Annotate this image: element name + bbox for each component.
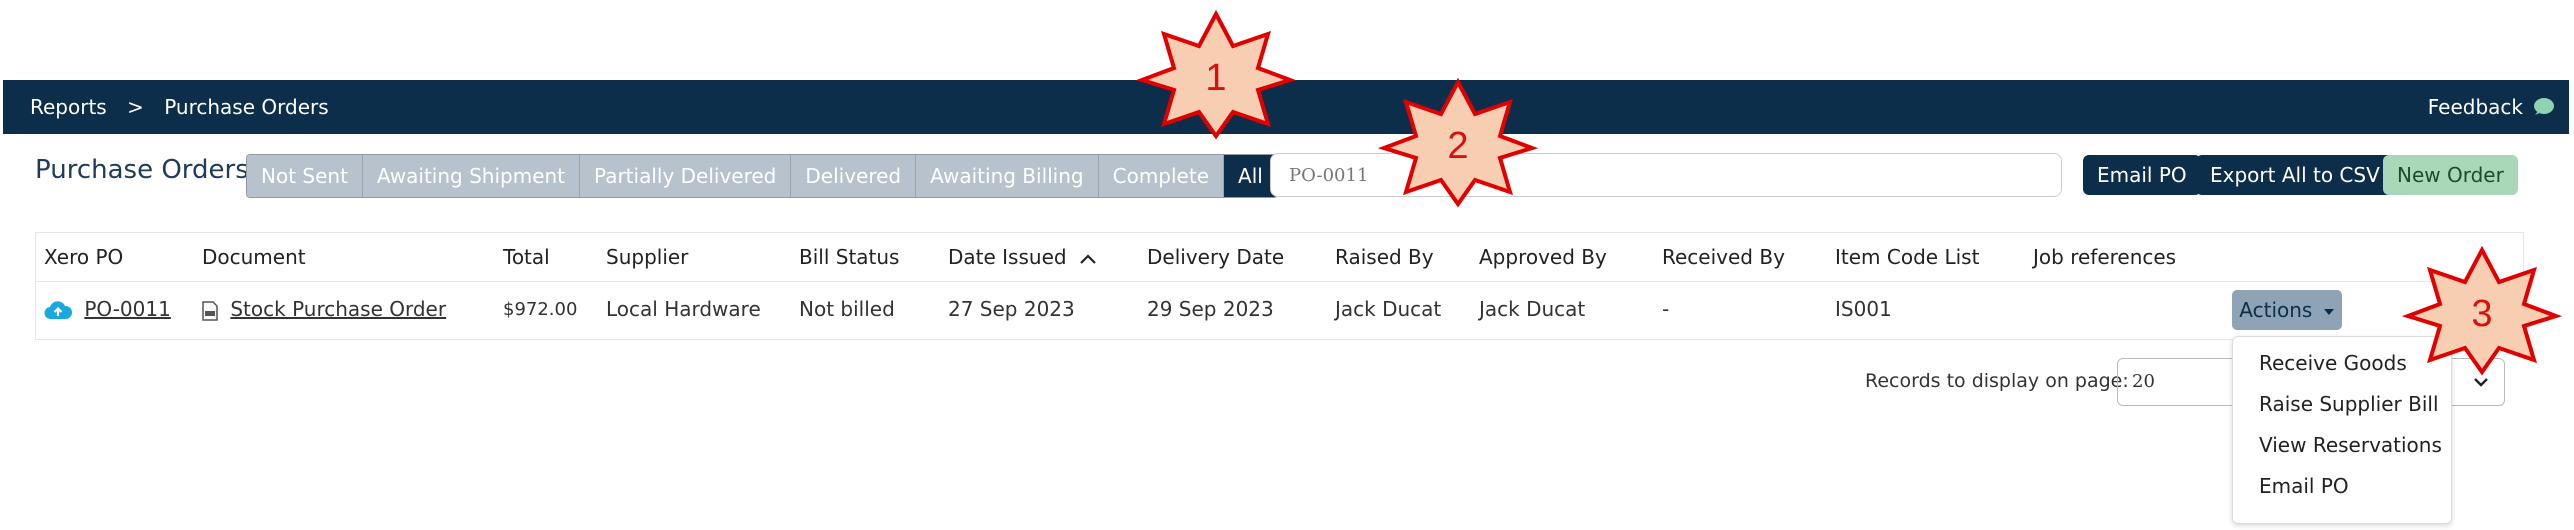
new-order-button[interactable]: New Order: [2383, 155, 2518, 195]
column-header-item-code-list[interactable]: Item Code List: [1835, 245, 1979, 269]
cell-raised-by: Jack Ducat: [1335, 297, 1442, 321]
breadcrumb-purchase-orders: Purchase Orders: [164, 95, 329, 119]
cell-total: $972.00: [503, 299, 578, 320]
cell-document: Stock Purchase Order: [202, 297, 446, 321]
cell-supplier: Local Hardware: [606, 297, 761, 321]
menu-item-raise-supplier-bill[interactable]: Raise Supplier Bill: [2259, 392, 2439, 416]
records-per-page-label: Records to display on page:: [1865, 370, 2129, 392]
records-per-page-value: 20: [2132, 371, 2155, 392]
cell-xero-po: PO-0011: [44, 297, 171, 321]
email-po-button[interactable]: Email PO: [2083, 155, 2201, 195]
annotation-label-3: 3: [2471, 293, 2492, 335]
cloud-upload-icon: [44, 300, 72, 319]
cell-delivery-date: 29 Sep 2023: [1147, 297, 1274, 321]
annotation-star-2: 2: [1378, 78, 1538, 208]
cell-received-by: -: [1662, 297, 1670, 321]
cell-approved-by: Jack Ducat: [1479, 297, 1586, 321]
column-header-raised-by[interactable]: Raised By: [1335, 245, 1434, 269]
annotation-star-3: 3: [2402, 246, 2562, 376]
column-header-date-issued[interactable]: Date Issued: [948, 245, 1097, 269]
column-header-supplier[interactable]: Supplier: [606, 245, 688, 269]
actions-dropdown-button[interactable]: Actions: [2232, 290, 2342, 330]
document-link[interactable]: Stock Purchase Order: [230, 297, 446, 321]
menu-item-view-reservations[interactable]: View Reservations: [2259, 433, 2442, 457]
purchase-orders-table: Xero PO Document Total Supplier Bill Sta…: [35, 232, 2524, 340]
cell-bill-status: Not billed: [799, 297, 895, 321]
chat-bubble-icon: [2534, 98, 2554, 115]
feedback-label: Feedback: [2427, 95, 2523, 119]
tab-awaiting-shipment[interactable]: Awaiting Shipment: [362, 155, 581, 197]
tab-awaiting-billing[interactable]: Awaiting Billing: [916, 155, 1099, 197]
tab-not-sent[interactable]: Not Sent: [247, 155, 363, 197]
column-header-document[interactable]: Document: [202, 245, 306, 269]
column-header-total[interactable]: Total: [503, 245, 550, 269]
feedback-link[interactable]: Feedback: [2428, 80, 2555, 134]
column-header-delivery-date[interactable]: Delivery Date: [1147, 245, 1284, 269]
tab-partially-delivered[interactable]: Partially Delivered: [580, 155, 792, 197]
menu-item-email-po[interactable]: Email PO: [2259, 474, 2349, 498]
annotation-label-2: 2: [1447, 125, 1468, 167]
breadcrumb-reports[interactable]: Reports: [30, 95, 107, 119]
actions-label: Actions: [2239, 298, 2313, 322]
tab-complete[interactable]: Complete: [1098, 155, 1225, 197]
column-header-bill-status[interactable]: Bill Status: [799, 245, 899, 269]
tab-delivered[interactable]: Delivered: [791, 155, 917, 197]
status-filter-tabs: Not Sent Awaiting Shipment Partially Del…: [246, 154, 1278, 198]
xero-po-link[interactable]: PO-0011: [84, 297, 170, 321]
annotation-star-1: 1: [1136, 10, 1296, 140]
page-title: Purchase Orders: [35, 155, 249, 185]
caret-down-icon: [2323, 308, 2334, 315]
column-header-xero-po[interactable]: Xero PO: [44, 245, 123, 269]
pdf-document-icon: [202, 300, 218, 321]
breadcrumb-separator: >: [127, 95, 144, 119]
column-header-job-references[interactable]: Job references: [2033, 245, 2176, 269]
column-header-approved-by[interactable]: Approved By: [1479, 245, 1607, 269]
cell-date-issued: 27 Sep 2023: [948, 297, 1075, 321]
column-header-received-by[interactable]: Received By: [1662, 245, 1785, 269]
sort-ascending-icon: [1080, 253, 1096, 264]
export-csv-button[interactable]: Export All to CSV: [2196, 155, 2394, 195]
menu-item-receive-goods[interactable]: Receive Goods: [2259, 351, 2407, 375]
header-divider: [36, 281, 2523, 282]
annotation-label-1: 1: [1205, 57, 1226, 99]
breadcrumb: Reports > Purchase Orders: [30, 80, 343, 134]
tab-all[interactable]: All: [1224, 155, 1277, 197]
cell-item-code-list: IS001: [1835, 297, 1892, 321]
date-issued-label: Date Issued: [948, 245, 1067, 269]
